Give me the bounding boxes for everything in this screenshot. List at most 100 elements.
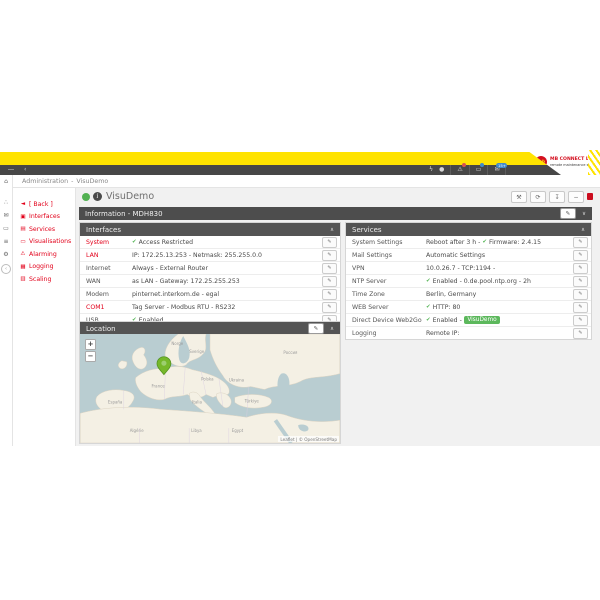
row-label: WEB Server <box>352 304 426 311</box>
row-label: Logging <box>352 330 426 337</box>
sidebar-item-interfaces[interactable]: ▣Interfaces <box>13 211 75 224</box>
edit-row-button[interactable]: ✎ <box>573 328 588 339</box>
collapse-interfaces-icon[interactable]: ∧ <box>328 227 336 233</box>
edit-row-button[interactable]: ✎ <box>322 237 337 248</box>
edit-row-button[interactable]: ✎ <box>573 276 588 287</box>
home-icon[interactable]: ⌂ <box>4 178 8 185</box>
edit-row-button[interactable]: ✎ <box>322 276 337 287</box>
map-label: Türkiye <box>244 398 260 403</box>
messages-badge: 15+ <box>496 163 507 168</box>
row-label: Internet <box>86 265 132 272</box>
check-icon: ✔ <box>426 304 431 310</box>
back-icon[interactable]: ‹ <box>24 165 26 175</box>
edit-icon: ✎ <box>578 330 582 336</box>
share-nodes-icon[interactable]: ∴ <box>4 199 8 206</box>
interfaces-panel-header: Interfaces ∧ <box>80 223 340 236</box>
download-button[interactable]: ↧ <box>549 191 565 203</box>
interfaces-panel-title: Interfaces <box>86 226 121 234</box>
map-label: Italia <box>192 399 202 404</box>
map-canvas: Norge Sverige Россия Polska France Españ… <box>80 334 340 443</box>
brand-name: MB CONNECT LINE <box>550 157 600 162</box>
edit-icon: ✎ <box>578 265 582 271</box>
alarms-icon[interactable]: ⚠ <box>457 165 462 175</box>
row-value: Always - External Router✔ <box>132 265 322 272</box>
page-title: VisuDemo <box>106 191 154 202</box>
edit-icon: ✎ <box>327 278 331 284</box>
globe-icon[interactable]: ● <box>439 165 444 175</box>
info-icon[interactable]: i <box>93 192 102 201</box>
minimize-button[interactable]: − <box>568 191 584 203</box>
edit-row-button[interactable]: ✎ <box>573 263 588 274</box>
edit-row-button[interactable]: ✎ <box>573 315 588 326</box>
edit-icon: ✎ <box>578 278 582 284</box>
edit-row-button[interactable]: ✎ <box>573 237 588 248</box>
edit-icon: ✎ <box>327 291 331 297</box>
row-label: LAN <box>86 252 132 259</box>
minimize-icon: − <box>573 194 578 201</box>
collapse-location-icon[interactable]: ∧ <box>328 326 336 332</box>
refresh-button[interactable]: ⟳ <box>530 191 546 203</box>
row-value: pinternet.interkom.de - egal✔ <box>132 291 322 298</box>
map-zoom-out-button[interactable]: − <box>85 351 96 362</box>
edit-row-button[interactable]: ✎ <box>573 302 588 313</box>
service-row-vpn: VPN 10.0.26.7 - TCP:1194 -✔ ✎ <box>346 262 591 275</box>
edit-row-button[interactable]: ✎ <box>573 289 588 300</box>
mail-icon[interactable]: ✉ <box>3 212 8 219</box>
edit-location-button[interactable]: ✎ <box>308 323 324 334</box>
map-label: Norge <box>171 341 183 346</box>
sidebar-menu: ◄[ Back ] ▣Interfaces ▤Services ▭Visuali… <box>13 188 76 446</box>
monitor-icon[interactable]: ▭ <box>3 225 9 232</box>
edit-icon: ✎ <box>327 265 331 271</box>
main-content: i VisuDemo ⚒ ⟳ ↧ − Information - MDH830 … <box>76 188 600 446</box>
row-value: Berlin, Germany✔ <box>426 291 573 298</box>
interface-row-internet: Internet Always - External Router✔ ✎ <box>80 262 340 275</box>
sidebar-item-alarming[interactable]: ⚠Alarming <box>13 248 75 261</box>
breadcrumb-section[interactable]: Administration <box>22 178 68 185</box>
edit-row-button[interactable]: ✎ <box>322 250 337 261</box>
row-value: ✔Access Restricted <box>132 239 322 246</box>
location-map[interactable]: Norge Sverige Россия Polska France Españ… <box>79 334 341 444</box>
gear-icon[interactable]: ⚙ <box>3 251 8 258</box>
alarming-icon: ⚠ <box>20 251 26 257</box>
interface-row-modem: Modem pinternet.interkom.de - egal✔ ✎ <box>80 288 340 301</box>
power-icon[interactable]: ϟ <box>429 165 433 175</box>
map-label: Libya <box>191 428 202 433</box>
map-label: Ukraina <box>229 378 245 383</box>
wrench-button[interactable]: ⚒ <box>511 191 527 203</box>
edit-row-button[interactable]: ✎ <box>322 302 337 313</box>
status-badge[interactable]: VisuDemo <box>464 316 500 324</box>
edit-information-button[interactable]: ✎ <box>560 208 576 219</box>
map-attribution: Leaflet | © OpenStreetMap <box>278 436 339 442</box>
library-icon[interactable]: ≡ <box>3 238 8 245</box>
map-label: Россия <box>283 350 298 355</box>
edit-icon: ✎ <box>327 304 331 310</box>
devices-icon[interactable]: ▭ <box>476 165 482 175</box>
collapse-sidebar-icon[interactable]: ‹ <box>1 264 11 274</box>
edit-icon: ✎ <box>578 317 582 323</box>
sidebar-item-services[interactable]: ▤Services <box>13 223 75 236</box>
map-label: Egypt <box>232 428 244 433</box>
sidebar-item-back[interactable]: ◄[ Back ] <box>13 198 75 211</box>
edit-row-button[interactable]: ✎ <box>322 289 337 300</box>
menu-collapse-icon[interactable]: ― <box>8 165 14 175</box>
edit-row-button[interactable]: ✎ <box>573 250 588 261</box>
map-zoom-in-button[interactable]: + <box>85 339 96 350</box>
edit-row-button[interactable]: ✎ <box>322 263 337 274</box>
messages-icon[interactable]: ✉15+ <box>494 165 499 175</box>
row-label: NTP Server <box>352 278 426 285</box>
information-panel-header: Information - MDH830 ✎ ∨ <box>79 207 592 220</box>
interface-row-system: System ✔Access Restricted ✎ <box>80 236 340 249</box>
edit-icon: ✎ <box>566 211 571 217</box>
row-value: Remote IP:✔ <box>426 330 573 337</box>
edit-icon: ✎ <box>327 252 331 258</box>
row-value: ✔Enabled - 0.de.pool.ntp.org - 2h <box>426 278 573 285</box>
services-panel-title: Services <box>352 226 382 234</box>
sidebar-item-scaling[interactable]: ▥Scaling <box>13 273 75 286</box>
collapse-services-icon[interactable]: ∧ <box>579 227 587 233</box>
red-status-icon[interactable] <box>587 193 593 200</box>
devices-badge <box>480 163 484 167</box>
sidebar-item-logging[interactable]: ▦Logging <box>13 261 75 274</box>
collapse-information-icon[interactable]: ∨ <box>580 211 588 217</box>
sidebar-item-visualisations[interactable]: ▭Visualisations <box>13 236 75 249</box>
service-row-time-zone: Time Zone Berlin, Germany✔ ✎ <box>346 288 591 301</box>
